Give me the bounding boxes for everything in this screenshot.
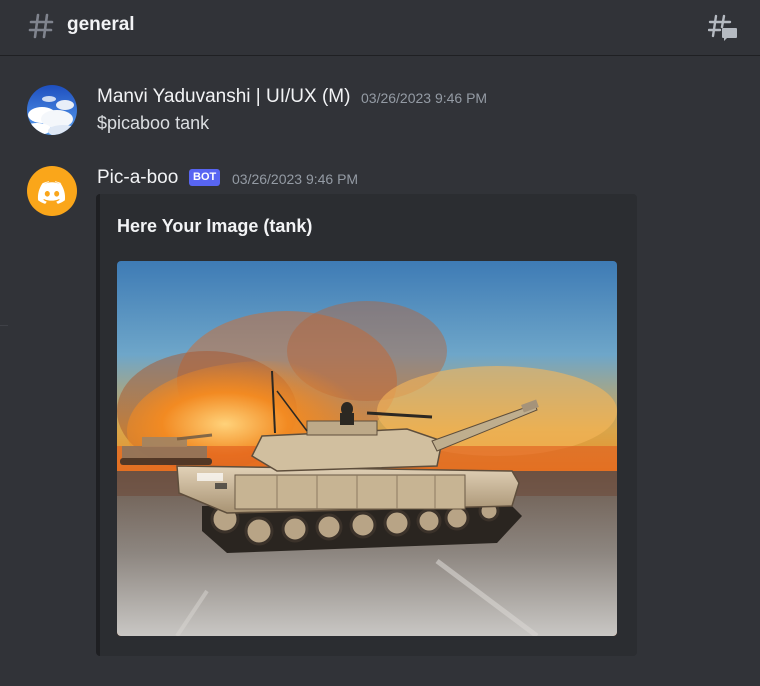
message-timestamp: 03/26/2023 9:46 PM	[361, 90, 488, 106]
bot-avatar[interactable]	[27, 166, 77, 216]
new-messages-divider	[0, 325, 8, 326]
hashtag-icon	[28, 13, 54, 39]
channel-name: general	[67, 14, 135, 35]
message-content: $picaboo tank	[97, 113, 210, 133]
bot-username[interactable]: Pic-a-boo	[97, 167, 178, 189]
embed-image[interactable]	[117, 261, 617, 636]
message-username[interactable]: Manvi Yaduvanshi | UI/UX (M)	[97, 86, 350, 108]
bot-badge: BOT	[189, 169, 221, 186]
sky-clouds-avatar	[27, 85, 77, 135]
user-avatar[interactable]	[27, 85, 77, 135]
threads-icon[interactable]	[708, 13, 738, 41]
channel-header: general	[0, 0, 760, 56]
tank-photo	[117, 261, 617, 636]
embed-title: Here Your Image (tank)	[117, 216, 313, 236]
message-timestamp: 03/26/2023 9:46 PM	[232, 171, 359, 187]
discord-logo-icon	[37, 181, 66, 204]
